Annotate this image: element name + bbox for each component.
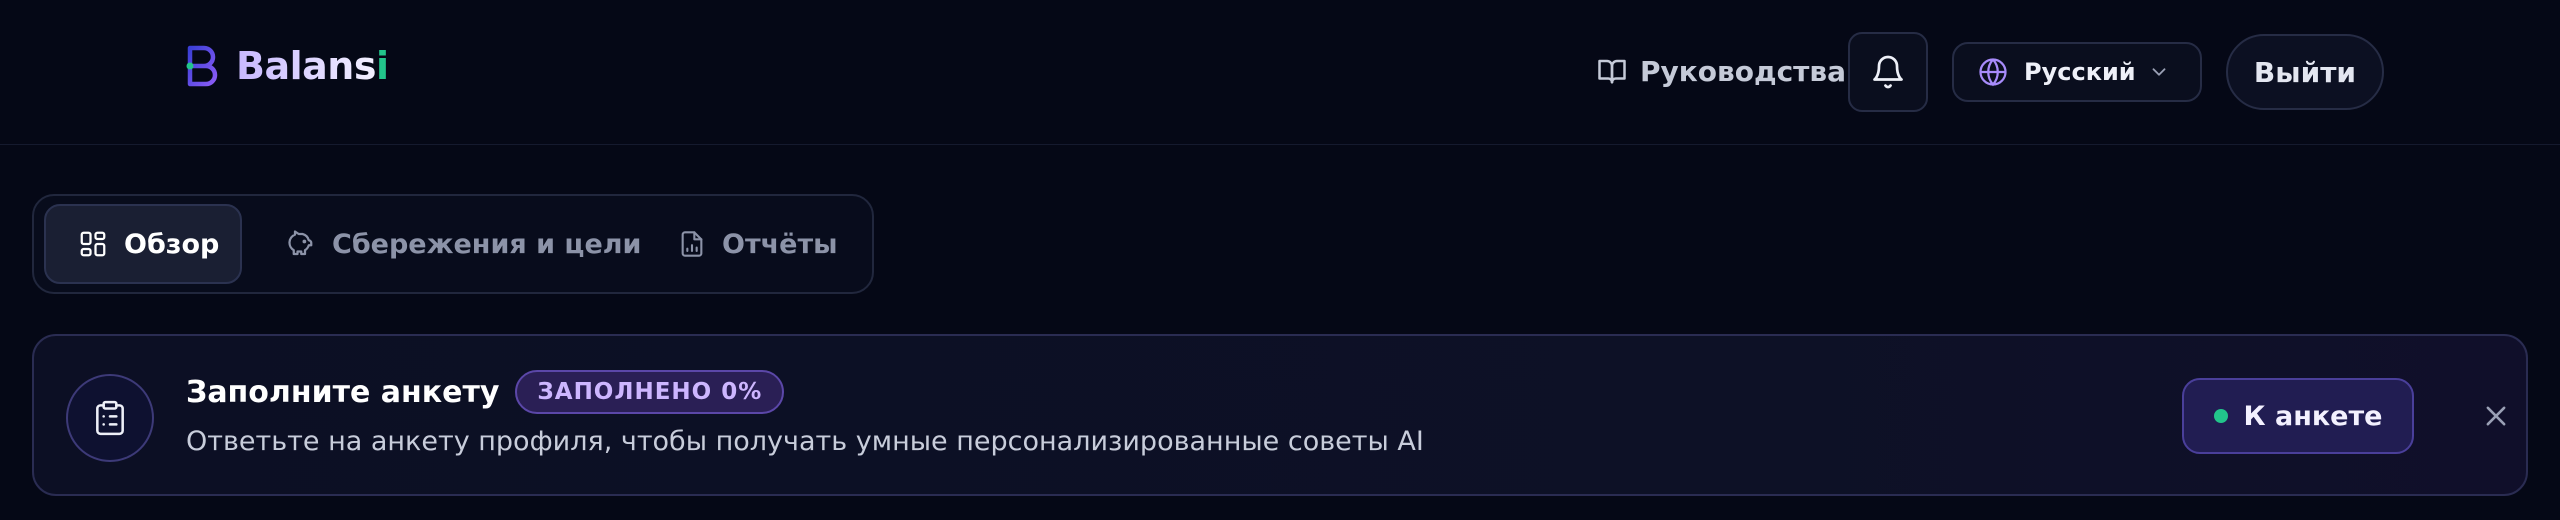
piggy-bank-icon [288, 230, 313, 256]
balansi-logo-icon [186, 45, 218, 87]
notifications-button[interactable] [1848, 32, 1928, 112]
logo-text-accent: i [375, 44, 389, 88]
tab-overview[interactable]: Обзор [44, 204, 242, 284]
logo-text-main: Balans [236, 44, 376, 88]
language-select[interactable]: Русский [1952, 42, 2202, 102]
logout-button[interactable]: Выйти [2226, 34, 2384, 110]
logo[interactable]: Balansi [182, 44, 389, 88]
progress-badge: ЗАПОЛНЕНО 0% [515, 370, 785, 414]
bell-icon [1873, 55, 1903, 89]
go-to-questionnaire-button[interactable]: К анкете [2182, 378, 2414, 454]
tab-savings-goals[interactable]: Сбережения и цели [284, 204, 641, 284]
chevron-down-icon [2152, 68, 2166, 76]
globe-icon [1979, 58, 2007, 87]
dashboard-grid-icon [80, 231, 106, 257]
close-icon[interactable] [2482, 402, 2510, 430]
language-label: Русский [2024, 58, 2136, 86]
status-dot [2213, 409, 2228, 423]
logout-label: Выйти [2253, 55, 2357, 89]
tab-label: Сбережения и цели [332, 228, 642, 260]
logo-text: Balansi [236, 44, 389, 88]
banner-description: Ответьте на анкету профиля, чтобы получа… [186, 426, 1424, 457]
tab-label: Отчёты [722, 228, 838, 260]
main-tabs: Обзор Сбережения и цели Отчёты [32, 194, 874, 294]
banner-title-row: Заполните анкету ЗАПОЛНЕНО 0% [186, 370, 785, 414]
book-open-icon [1598, 59, 1626, 84]
tab-label: Обзор [124, 228, 220, 260]
clipboard-list-icon [96, 400, 124, 436]
cta-label: К анкете [2243, 400, 2383, 432]
guides-label: Руководства [1640, 54, 1847, 88]
banner-title: Заполните анкету [186, 374, 500, 410]
clipboard-list-icon-wrap [66, 374, 154, 462]
tab-reports[interactable]: Отчёты [678, 204, 838, 284]
top-bar: Balansi Руководства Русский Выйти [0, 0, 2560, 145]
report-chart-icon [681, 231, 703, 257]
questionnaire-banner: Заполните анкету ЗАПОЛНЕНО 0% Ответьте н… [32, 334, 2528, 496]
guides-link[interactable]: Руководства [1596, 50, 1846, 92]
